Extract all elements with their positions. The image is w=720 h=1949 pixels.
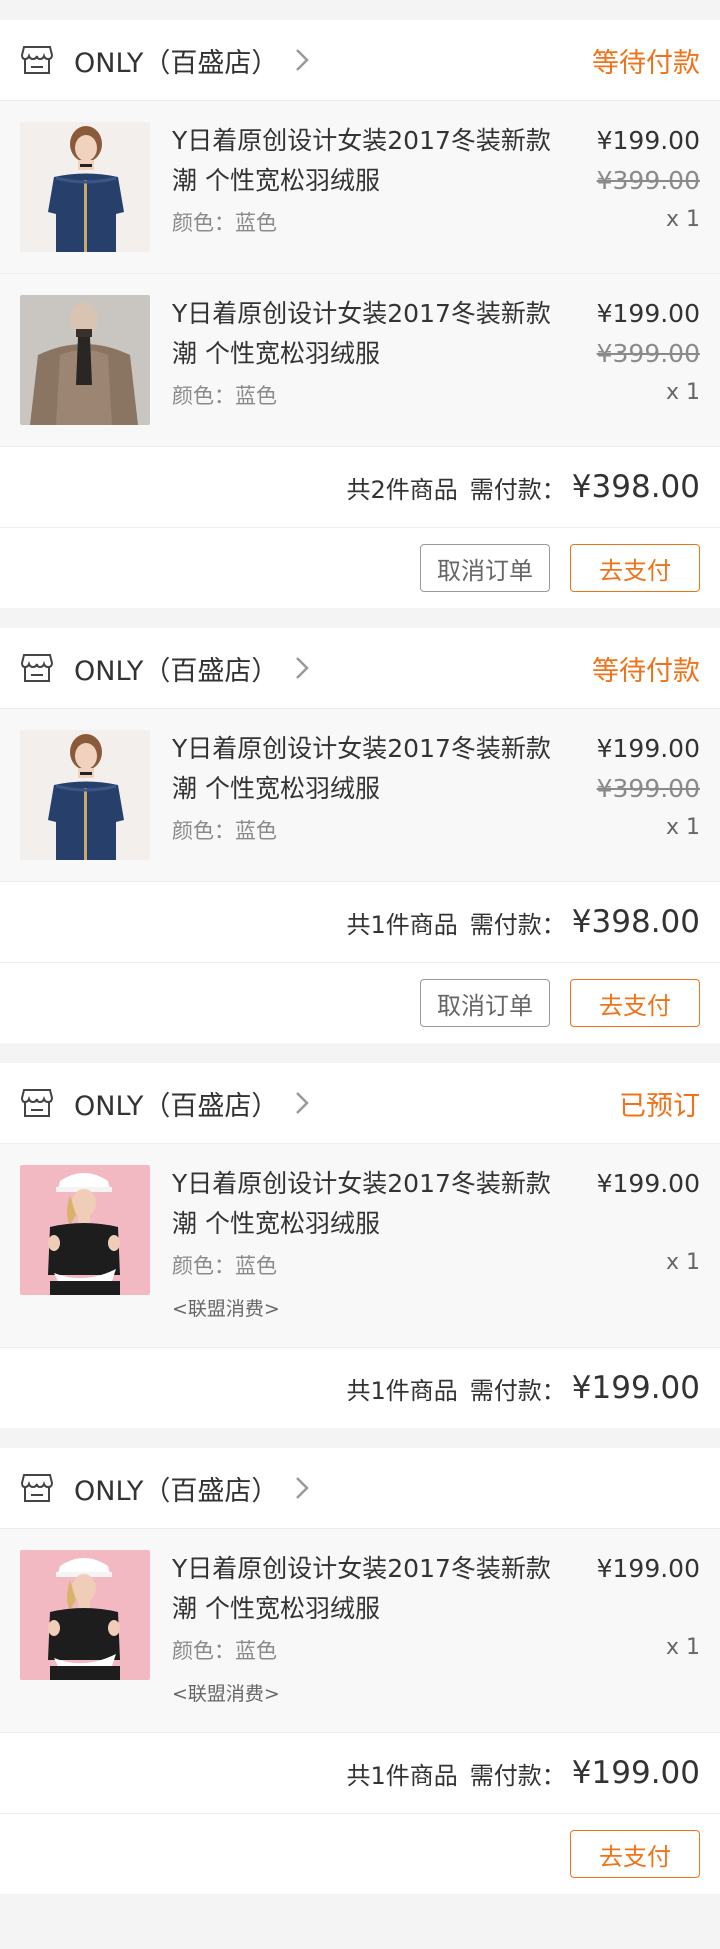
chevron-right-icon (296, 1477, 310, 1499)
pay-label: 需付款： (469, 1761, 566, 1790)
order-header[interactable]: ONLY（百盛店） 等待付款 (0, 20, 720, 101)
item-count: 共1件商品 (346, 1376, 458, 1405)
order-total: 共1件商品 需付款： ¥199.00 (0, 1348, 720, 1428)
order-status: 等待付款 (592, 47, 700, 79)
product-quantity: x 1 (665, 815, 700, 840)
product-spec: 颜色：蓝色 (172, 384, 277, 408)
pay-label: 需付款： (469, 910, 566, 939)
product-price: ¥199.00 (596, 299, 700, 328)
order-status: 已预订 (619, 1090, 700, 1122)
product-price: ¥199.00 (596, 734, 700, 763)
product-price: ¥199.00 (596, 1169, 700, 1198)
order-item[interactable]: Y日着原创设计女装2017冬装新款潮 个性宽松羽绒服 颜色：蓝色 ¥199.00… (0, 709, 720, 882)
product-spec: 颜色：蓝色 (172, 1639, 277, 1663)
order-item[interactable]: Y日着原创设计女装2017冬装新款潮 个性宽松羽绒服 颜色：蓝色 <联盟消费> … (0, 1529, 720, 1733)
product-original-price: ¥399.00 (596, 774, 700, 803)
order-actions: 取消订单 去支付 (0, 528, 720, 608)
order-actions: 取消订单 去支付 (0, 963, 720, 1043)
item-count: 共1件商品 (346, 910, 458, 939)
product-price: ¥199.00 (596, 126, 700, 155)
pay-label: 需付款： (469, 1376, 566, 1405)
order-card: ONLY（百盛店） 等待付款 Y日着原创设计女装2017冬装新款潮 个性宽松羽绒… (0, 628, 720, 1043)
product-quantity: x 1 (665, 380, 700, 405)
product-image[interactable] (20, 295, 150, 425)
product-title: Y日着原创设计女装2017冬装新款潮 个性宽松羽绒服 (172, 1169, 551, 1238)
product-title: Y日着原创设计女装2017冬装新款潮 个性宽松羽绒服 (172, 299, 551, 368)
order-status: 等待付款 (592, 655, 700, 687)
cancel-order-button[interactable]: 取消订单 (420, 979, 550, 1027)
store-icon (20, 46, 54, 74)
order-total: 共2件商品 需付款： ¥398.00 (0, 447, 720, 528)
pay-amount: ¥398.00 (571, 904, 700, 940)
product-quantity: x 1 (665, 207, 700, 232)
item-count: 共2件商品 (346, 475, 458, 504)
product-original-price: ¥399.00 (596, 166, 700, 195)
order-actions: 去支付 (0, 1814, 720, 1894)
product-title: Y日着原创设计女装2017冬装新款潮 个性宽松羽绒服 (172, 126, 551, 195)
product-image[interactable] (20, 122, 150, 252)
pay-button[interactable]: 去支付 (570, 979, 700, 1027)
order-header[interactable]: ONLY（百盛店） 等待付款 (0, 628, 720, 709)
pay-button[interactable]: 去支付 (570, 1830, 700, 1878)
product-spec: 颜色：蓝色 (172, 819, 277, 843)
order-item[interactable]: Y日着原创设计女装2017冬装新款潮 个性宽松羽绒服 颜色：蓝色 ¥199.00… (0, 274, 720, 447)
product-spec: 颜色：蓝色 (172, 211, 277, 235)
alliance-consumption-tag: <联盟消费> (172, 1298, 280, 1320)
order-item[interactable]: Y日着原创设计女装2017冬装新款潮 个性宽松羽绒服 颜色：蓝色 <联盟消费> … (0, 1144, 720, 1348)
order-header[interactable]: ONLY（百盛店） 已预订 (0, 1063, 720, 1144)
order-header[interactable]: ONLY（百盛店） (0, 1448, 720, 1529)
product-title: Y日着原创设计女装2017冬装新款潮 个性宽松羽绒服 (172, 734, 551, 803)
order-card: ONLY（百盛店） Y日着原创设计女装2017冬装新款潮 个性宽松羽绒服 颜色：… (0, 1448, 720, 1894)
shop-name: ONLY（百盛店） (74, 655, 279, 687)
store-icon (20, 654, 54, 682)
store-icon (20, 1474, 54, 1502)
pay-button[interactable]: 去支付 (570, 544, 700, 592)
store-icon (20, 1089, 54, 1117)
item-count: 共1件商品 (346, 1761, 458, 1790)
pay-label: 需付款： (469, 475, 566, 504)
product-spec: 颜色：蓝色 (172, 1254, 277, 1278)
shop-name: ONLY（百盛店） (74, 1090, 279, 1122)
product-original-price: ¥399.00 (596, 339, 700, 368)
pay-amount: ¥199.00 (571, 1370, 700, 1406)
product-title: Y日着原创设计女装2017冬装新款潮 个性宽松羽绒服 (172, 1554, 551, 1623)
product-quantity: x 1 (665, 1250, 700, 1275)
product-image[interactable] (20, 1165, 150, 1295)
product-price: ¥199.00 (596, 1554, 700, 1583)
product-image[interactable] (20, 730, 150, 860)
order-item[interactable]: Y日着原创设计女装2017冬装新款潮 个性宽松羽绒服 颜色：蓝色 ¥199.00… (0, 101, 720, 274)
pay-amount: ¥199.00 (571, 1755, 700, 1791)
order-total: 共1件商品 需付款： ¥199.00 (0, 1733, 720, 1814)
shop-name: ONLY（百盛店） (74, 47, 279, 79)
order-total: 共1件商品 需付款： ¥398.00 (0, 882, 720, 963)
pay-amount: ¥398.00 (571, 469, 700, 505)
alliance-consumption-tag: <联盟消费> (172, 1683, 280, 1705)
product-image[interactable] (20, 1550, 150, 1680)
chevron-right-icon (296, 657, 310, 679)
order-card: ONLY（百盛店） 等待付款 Y日着原创设计女装2017冬装新款潮 个性宽松羽绒… (0, 20, 720, 608)
chevron-right-icon (296, 1092, 310, 1114)
cancel-order-button[interactable]: 取消订单 (420, 544, 550, 592)
chevron-right-icon (296, 49, 310, 71)
order-card: ONLY（百盛店） 已预订 Y日着原创设计女装2017冬装新款潮 个性宽松羽绒服… (0, 1063, 720, 1428)
shop-name: ONLY（百盛店） (74, 1475, 279, 1507)
product-quantity: x 1 (665, 1635, 700, 1660)
